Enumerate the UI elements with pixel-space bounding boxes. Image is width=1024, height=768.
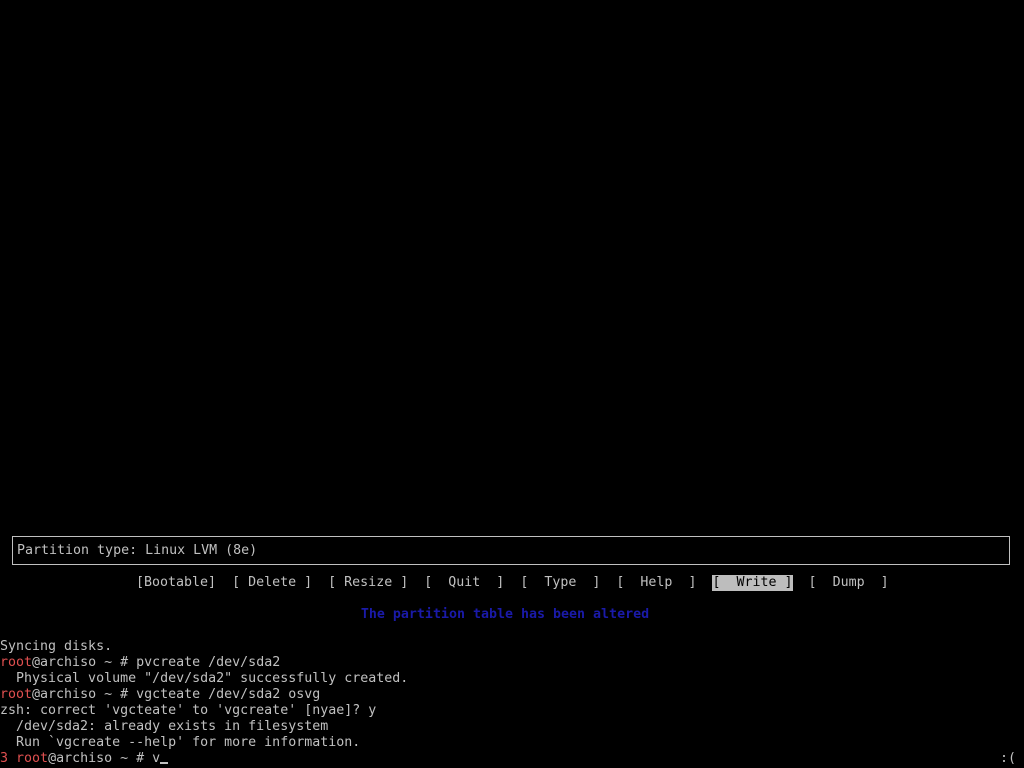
terminal-prompt-line-2: root@archiso ~ # vgcteate /dev/sda2 osvg	[0, 687, 320, 703]
quit-button[interactable]: [ Quit ]	[424, 575, 504, 591]
resize-button[interactable]: [ Resize ]	[328, 575, 408, 591]
exit-code: 3	[0, 751, 9, 766]
prompt-user: root	[16, 751, 49, 766]
delete-button[interactable]: [ Delete ]	[232, 575, 312, 591]
type-button[interactable]: [ Type ]	[520, 575, 600, 591]
help-button[interactable]: [ Help ]	[616, 575, 696, 591]
bootable-button[interactable]: [Bootable]	[136, 575, 216, 591]
terminal-line-syncing: Syncing disks.	[0, 639, 113, 654]
write-button[interactable]: [ Write ]	[712, 575, 793, 591]
command-text: pvcreate /dev/sda2	[136, 655, 281, 670]
prompt-host: @archiso ~ #	[32, 687, 137, 702]
dump-button[interactable]: [ Dump ]	[809, 575, 889, 591]
terminal-output-line: zsh: correct 'vgcteate' to 'vgcreate' [n…	[0, 703, 377, 718]
text-cursor	[160, 762, 169, 764]
terminal-output-line: /dev/sda2: already exists in filesystem	[0, 719, 329, 734]
prompt-user: root	[0, 655, 33, 670]
prompt-host: @archiso ~ #	[32, 655, 137, 670]
command-text: vgcteate /dev/sda2 osvg	[136, 687, 321, 702]
terminal-active-prompt[interactable]: 3 root@archiso ~ # v	[0, 751, 169, 767]
command-input[interactable]: v	[152, 751, 160, 766]
terminal-output-line: Physical volume "/dev/sda2" successfully…	[0, 671, 409, 686]
partition-type-text: Partition type: Linux LVM (8e)	[17, 543, 258, 558]
prompt-host: @archiso ~ #	[48, 751, 153, 766]
partition-info-box: Partition type: Linux LVM (8e)	[12, 536, 1010, 565]
terminal-prompt-line-1: root@archiso ~ # pvcreate /dev/sda2	[0, 655, 280, 671]
prompt-user: root	[0, 687, 33, 702]
terminal-output-line: Run `vgcreate --help' for more informati…	[0, 735, 361, 750]
right-prompt: :(	[999, 751, 1016, 766]
cfdisk-menu-bar: [Bootable] [ Delete ] [ Resize ] [ Quit …	[136, 575, 889, 591]
status-message: The partition table has been altered	[360, 607, 650, 622]
